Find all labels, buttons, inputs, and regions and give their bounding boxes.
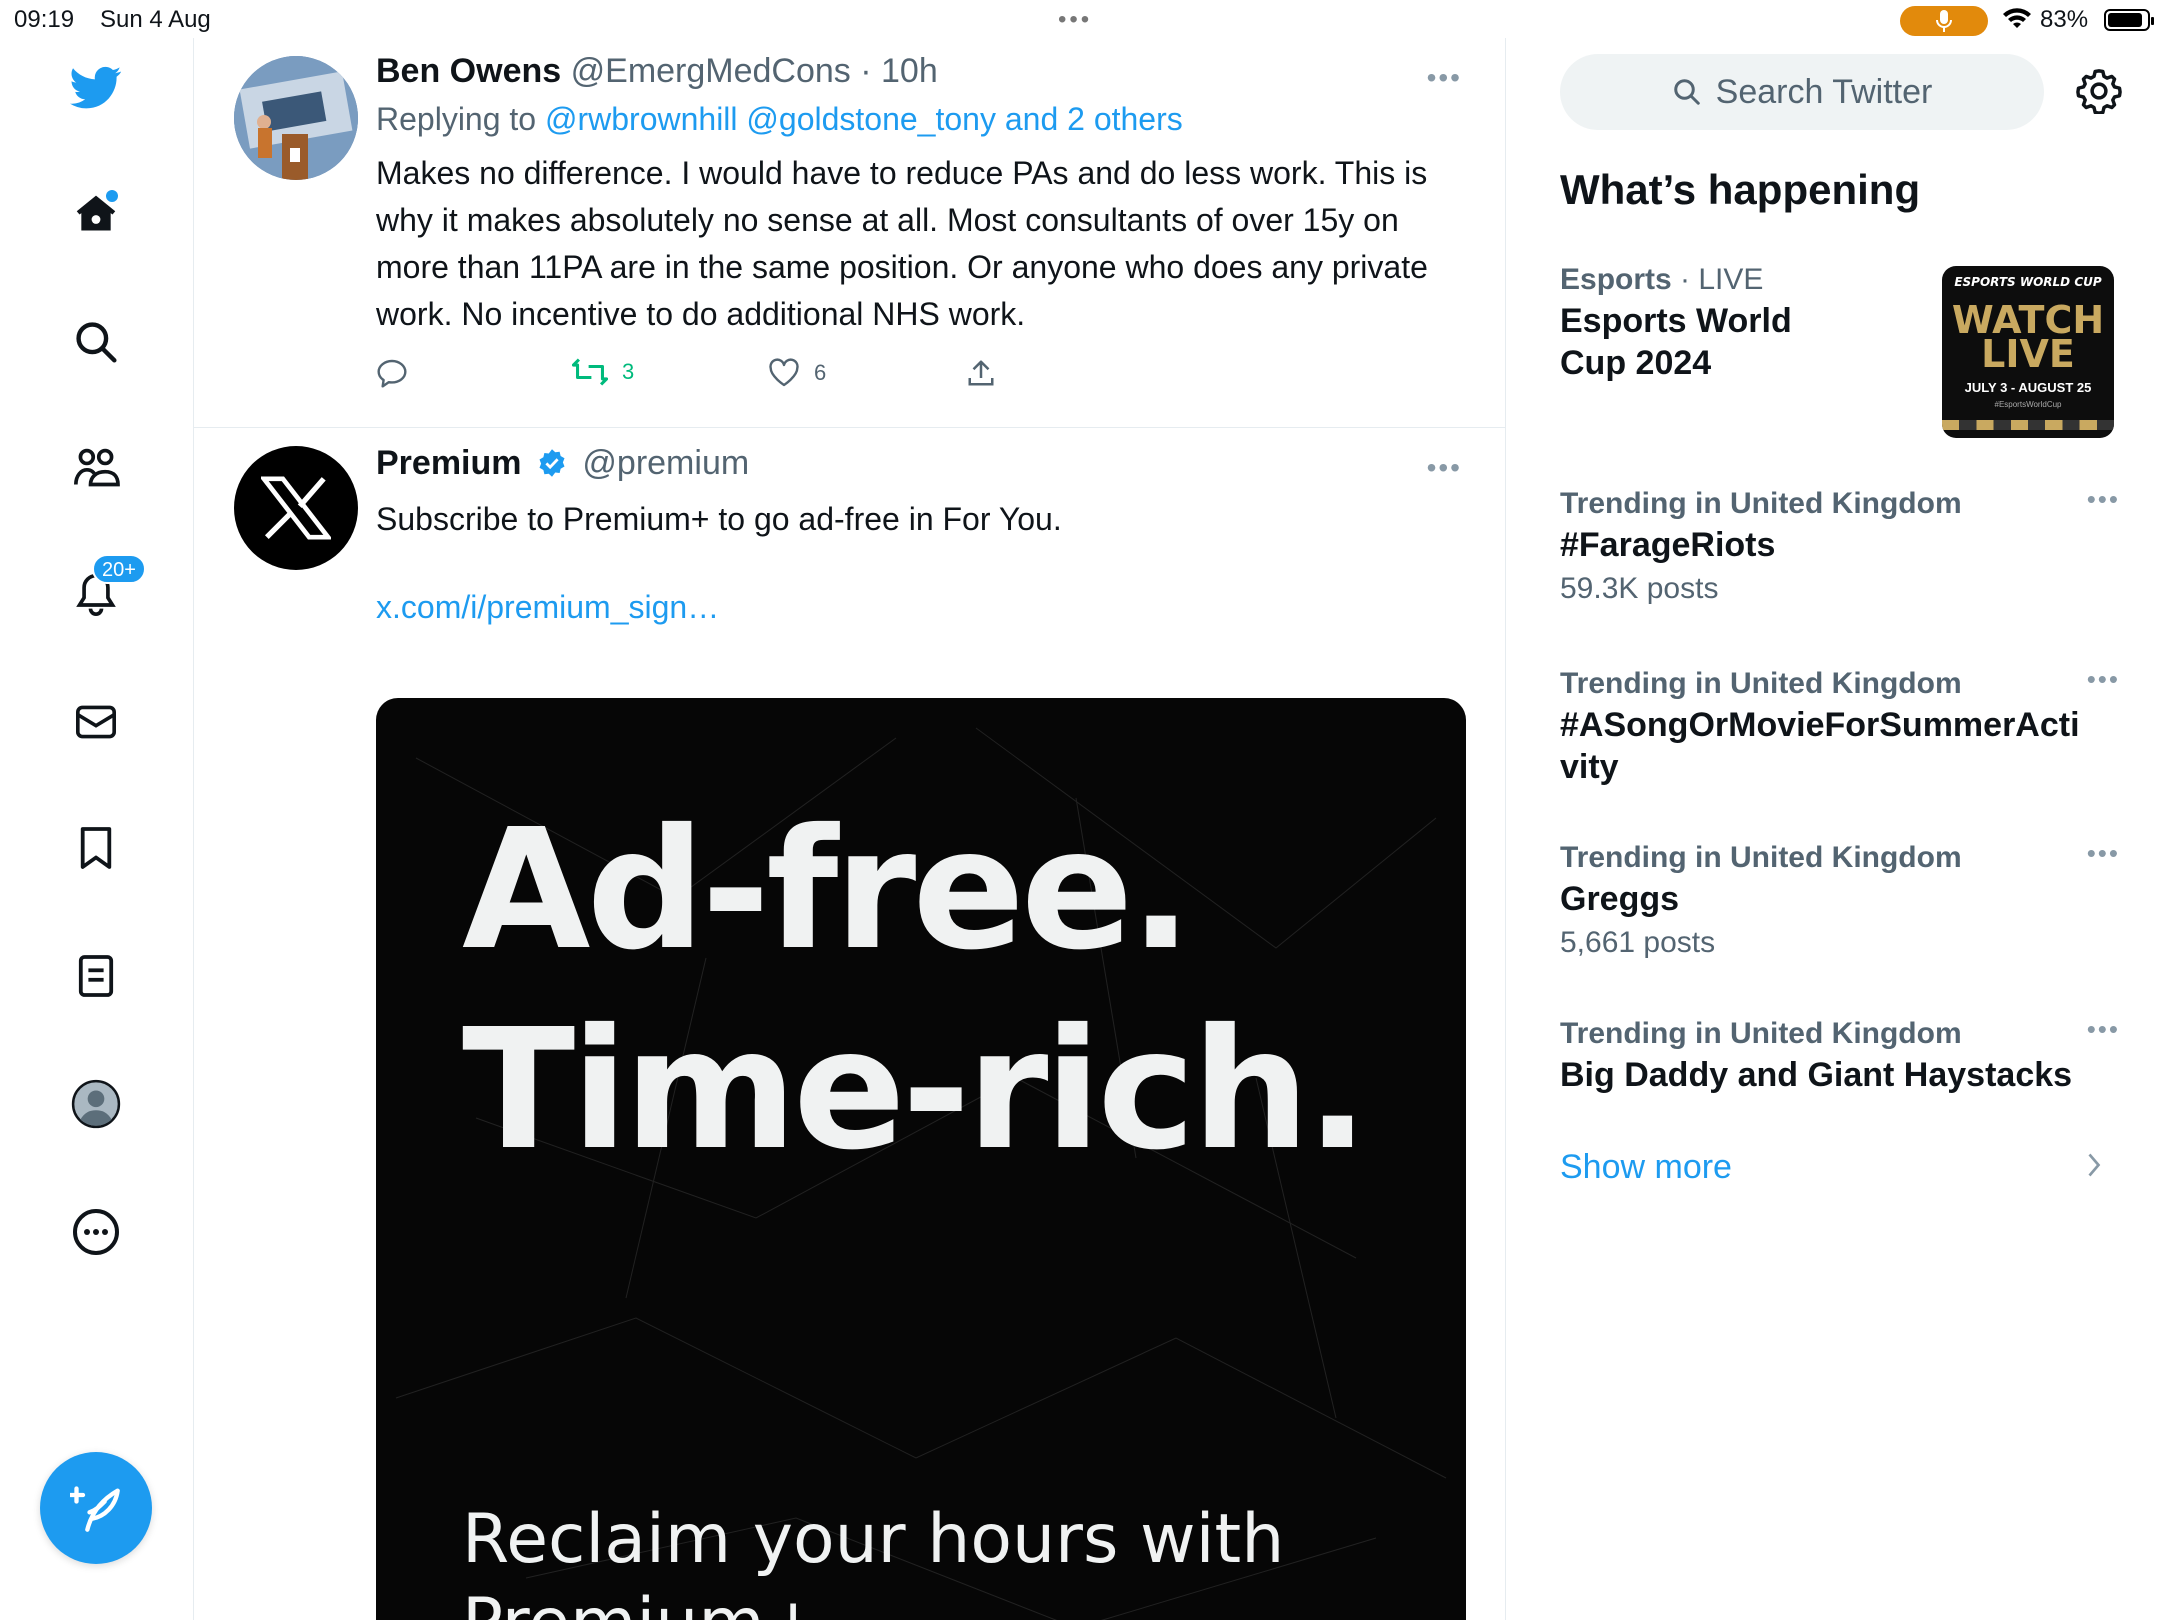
trend-count: 59.3K posts xyxy=(1560,572,1719,605)
tweet-text: Subscribe to Premium+ to go ad-free in F… xyxy=(376,501,1062,537)
premium-link[interactable]: x.com/i/premium_sign… xyxy=(376,589,1466,626)
battery-icon xyxy=(2104,9,2154,31)
reply-button[interactable] xyxy=(376,358,408,388)
retweet-icon xyxy=(572,358,608,386)
search-placeholder: Search Twitter xyxy=(1715,72,1933,111)
trend-meta: Trending in United Kingdom xyxy=(1560,487,1962,520)
search-icon[interactable] xyxy=(70,316,122,368)
trend-item[interactable]: Trending in United Kingdom #ASongOrMovie… xyxy=(1560,664,2120,788)
trend-item[interactable]: Trending in United Kingdom Big Daddy and… xyxy=(1560,1014,2120,1096)
avatar[interactable] xyxy=(234,446,358,570)
reply-icon xyxy=(377,359,407,388)
profile-icon[interactable] xyxy=(70,1078,122,1130)
trend-live-status: · LIVE xyxy=(1680,263,1764,296)
chevron-right-icon[interactable] xyxy=(2086,1150,2102,1185)
author-handle[interactable]: @premium xyxy=(582,444,749,482)
x-logo-icon xyxy=(261,476,331,540)
promo-subline: Reclaim your hours with Premium+ xyxy=(462,1498,1284,1620)
compose-tweet-button[interactable] xyxy=(40,1452,152,1564)
communities-icon[interactable] xyxy=(70,442,122,494)
trend-count: 5,661 posts xyxy=(1560,926,1716,959)
esports-thumbnail[interactable]: ESPORTS WORLD CUP WATCH LIVE JULY 3 - AU… xyxy=(1942,266,2114,438)
share-icon xyxy=(968,360,994,386)
retweet-count: 3 xyxy=(622,359,635,384)
status-date: Sun 4 Aug xyxy=(100,6,211,33)
mail-icon[interactable] xyxy=(70,696,122,748)
promo-subline-2: Premium+ xyxy=(462,1582,1284,1620)
trend-more-icon[interactable]: ••• xyxy=(2087,838,2120,869)
thumb-tag-text: #EsportsWorldCup xyxy=(1994,400,2062,409)
promo-subline-1: Reclaim your hours with xyxy=(462,1500,1285,1579)
trend-more-icon[interactable]: ••• xyxy=(2087,664,2120,695)
promo-headline-1: Ad-free. xyxy=(462,794,1193,987)
lists-icon[interactable] xyxy=(70,950,122,1002)
feather-plus-icon xyxy=(70,1486,120,1532)
tweet[interactable]: Premium @premium Subscribe to Premium+ t… xyxy=(194,428,1505,1620)
notifications-badge: 20+ xyxy=(92,554,146,584)
trend-name: #FarageRiots xyxy=(1560,526,1776,564)
tweet-header: Ben Owens @EmergMedCons · 10h xyxy=(376,48,1466,94)
right-sidebar: Search Twitter What’s happening Esports … xyxy=(1506,38,2160,1620)
thumb-stripe xyxy=(1942,420,2114,430)
trend-item[interactable]: Trending in United Kingdom Greggs 5,661 … xyxy=(1560,838,2120,966)
bookmark-icon[interactable] xyxy=(70,822,122,874)
tweet[interactable]: Ben Owens @EmergMedCons · 10h Replying t… xyxy=(194,38,1505,428)
whats-happening-title: What’s happening xyxy=(1560,166,1921,213)
reply-mentions-link[interactable]: @rwbrownhill @goldstone_tony and 2 other… xyxy=(545,101,1183,137)
gear-icon[interactable] xyxy=(2076,68,2122,119)
wifi-icon xyxy=(2002,6,2032,35)
battery-percent: 83% xyxy=(2040,6,2089,33)
status-time: 09:19 xyxy=(14,6,75,33)
replying-to-line: Replying to @rwbrownhill @goldstone_tony… xyxy=(376,94,1466,144)
trend-meta: Trending in United Kingdom xyxy=(1560,667,1962,700)
twitter-bird-icon[interactable] xyxy=(70,62,122,114)
home-unread-dot xyxy=(106,190,118,202)
search-icon xyxy=(1673,79,1700,105)
tweet-actions: 3 6 xyxy=(376,358,1276,398)
trend-meta: Trending in United Kingdom xyxy=(1560,1017,1962,1050)
trend-name: Esports World Cup 2024 xyxy=(1560,302,1792,382)
verified-badge-icon xyxy=(537,444,567,490)
like-button[interactable]: 6 xyxy=(768,358,826,388)
search-input[interactable]: Search Twitter xyxy=(1560,54,2044,130)
trend-more-icon[interactable]: ••• xyxy=(2087,1014,2120,1045)
trend-item[interactable]: Trending in United Kingdom #FarageRiots … xyxy=(1560,484,2120,612)
trend-meta: Trending in United Kingdom xyxy=(1560,841,1962,874)
author-name[interactable]: Ben Owens xyxy=(376,52,561,90)
retweet-button[interactable]: 3 xyxy=(572,358,634,386)
trend-more-icon[interactable]: ••• xyxy=(2087,484,2120,515)
tweet-time[interactable]: · 10h xyxy=(860,52,938,90)
trend-category: Esports xyxy=(1560,263,1672,296)
bell-icon[interactable]: 20+ xyxy=(70,554,146,620)
replying-to-label: Replying to xyxy=(376,101,537,137)
author-handle[interactable]: @EmergMedCons xyxy=(571,52,851,90)
tweet-more-icon[interactable]: ••• xyxy=(1427,452,1462,484)
heart-icon xyxy=(769,358,799,387)
thumb-live-text: LIVE xyxy=(1981,332,2075,376)
status-bar: 09:19 Sun 4 Aug ••• 83% xyxy=(0,0,2160,38)
home-icon[interactable] xyxy=(70,188,122,240)
thumb-dates-text: JULY 3 - AUGUST 25 xyxy=(1964,380,2092,395)
avatar[interactable] xyxy=(234,56,358,180)
show-more-link[interactable]: Show more xyxy=(1560,1148,1732,1187)
share-button[interactable] xyxy=(966,358,996,388)
tweet-header: Premium @premium xyxy=(376,440,1466,490)
tweet-text: Makes no difference. I would have to red… xyxy=(376,155,1428,332)
promo-headline-2: Time-rich. xyxy=(462,994,1369,1187)
promo-image-card[interactable]: Ad-free. Time-rich. Reclaim your hours w… xyxy=(376,698,1466,1620)
multitasking-dots-icon[interactable]: ••• xyxy=(1058,6,1092,34)
timeline[interactable]: Ben Owens @EmergMedCons · 10h Replying t… xyxy=(194,38,1506,1620)
more-circle-icon[interactable] xyxy=(70,1206,122,1258)
trend-name: Greggs xyxy=(1560,880,1680,918)
like-count: 6 xyxy=(814,360,827,385)
author-name[interactable]: Premium xyxy=(376,444,522,482)
trend-name: #ASongOrMovieForSummerActivity xyxy=(1560,706,2080,786)
thumb-top-text: ESPORTS WORLD CUP xyxy=(1954,275,2102,289)
trend-name: Big Daddy and Giant Haystacks xyxy=(1560,1056,2073,1094)
tweet-more-icon[interactable]: ••• xyxy=(1427,62,1462,94)
microphone-indicator-icon xyxy=(1900,6,1988,36)
left-navigation: 20+ xyxy=(0,38,194,1620)
